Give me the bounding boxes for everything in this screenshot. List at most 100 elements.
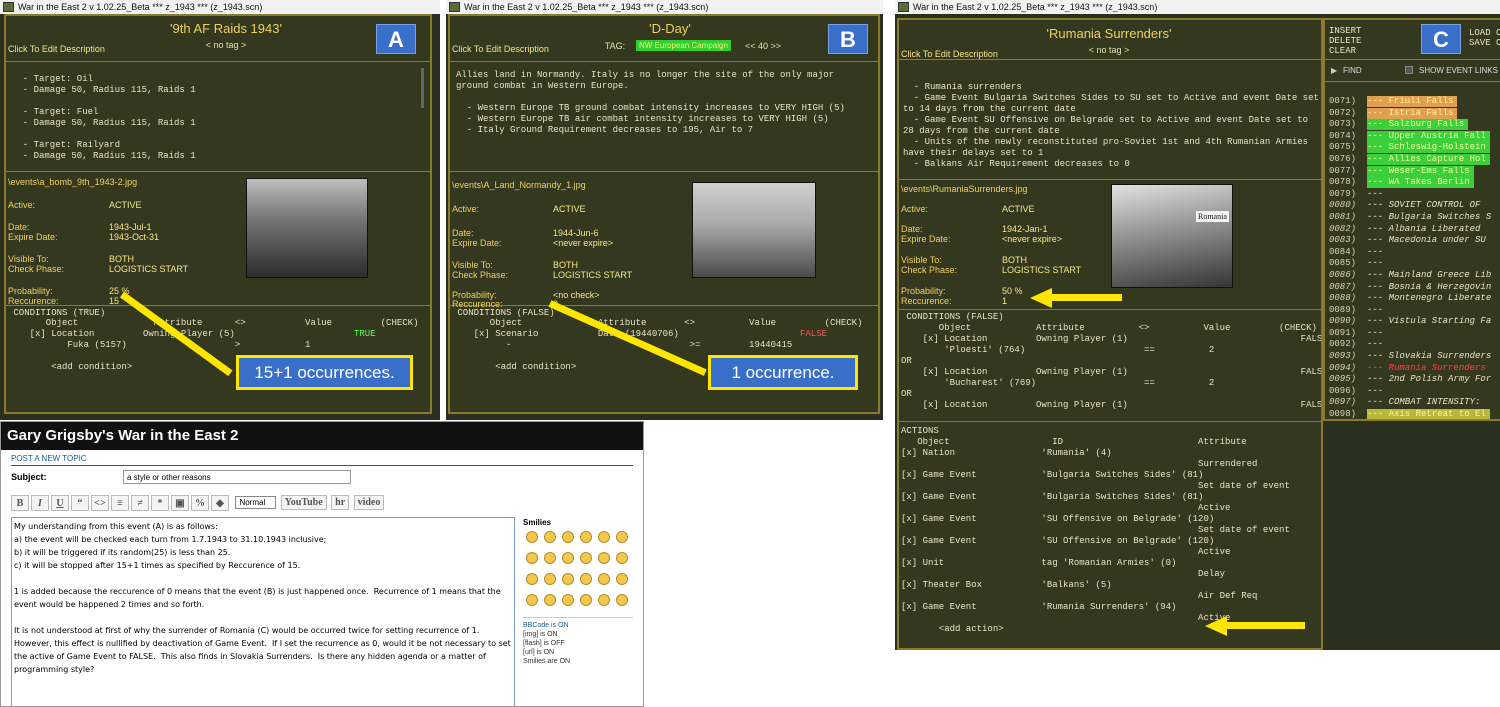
- smiley-icon[interactable]: [562, 573, 574, 585]
- visible-value[interactable]: BOTH: [109, 254, 134, 264]
- image-icon[interactable]: ▣: [171, 494, 189, 511]
- smiley-icon[interactable]: [616, 531, 628, 543]
- event-list-item[interactable]: 0074) --- Upper Austria Fall: [1329, 130, 1500, 143]
- event-list-item[interactable]: 0097) --- COMBAT INTENSITY:: [1329, 397, 1500, 409]
- smiley-icon[interactable]: [580, 594, 592, 606]
- message-textarea[interactable]: [11, 517, 515, 706]
- youtube-button[interactable]: YouTube: [280, 495, 327, 511]
- condition-value-row[interactable]: - >= 19440415: [452, 340, 792, 351]
- event-list-item[interactable]: 0096) ---: [1329, 386, 1500, 398]
- event-list-item[interactable]: 0093) --- Slovakia Surrenders: [1329, 351, 1500, 363]
- save-button[interactable]: SAVE C: [1469, 38, 1500, 49]
- event-tag[interactable]: < no tag >: [176, 40, 276, 50]
- add-condition[interactable]: <add condition>: [8, 362, 132, 373]
- expire-value[interactable]: 1943-Oct-31: [109, 232, 159, 242]
- event-list-item[interactable]: 0082) --- Albania Liberated: [1329, 224, 1500, 236]
- smiley-icon[interactable]: [598, 594, 610, 606]
- expire-value[interactable]: <never expire>: [553, 238, 613, 248]
- event-list-item[interactable]: 0089) ---: [1329, 305, 1500, 317]
- event-list-item[interactable]: 0087) --- Bosnia & Herzegovin: [1329, 282, 1500, 294]
- smiley-icon[interactable]: [526, 531, 538, 543]
- code-icon[interactable]: <>: [91, 494, 109, 511]
- event-list-item[interactable]: 0075) --- Schleswig-Holstein: [1329, 142, 1500, 154]
- event-list-item[interactable]: 0083) --- Macedonia under SU: [1329, 235, 1500, 247]
- phase-value[interactable]: LOGISTICS START: [1002, 265, 1081, 275]
- image-path[interactable]: \events\RumaniaSurrenders.jpg: [901, 184, 1028, 194]
- font-size-select[interactable]: Normal: [235, 496, 277, 510]
- event-list-item[interactable]: 0088) --- Montenegro Liberate: [1329, 293, 1500, 305]
- event-list-item[interactable]: 0077) --- Weser-Ems Falls: [1329, 165, 1500, 178]
- find-button[interactable]: FIND: [1343, 66, 1362, 75]
- date-value[interactable]: 1942-Jan-1: [1002, 224, 1048, 234]
- condition-value-row[interactable]: Fuka (5157) > 1: [8, 340, 310, 351]
- find-icon[interactable]: ▶: [1331, 66, 1337, 75]
- image-path[interactable]: \events\A_Land_Normandy_1.jpg: [452, 180, 586, 190]
- phase-value[interactable]: LOGISTICS START: [553, 270, 632, 280]
- actions-list[interactable]: ACTIONS Object ID Attribute Action Value…: [901, 426, 1321, 635]
- event-list-item[interactable]: 0076) --- Allies Capture Hol: [1329, 153, 1500, 166]
- bold-icon[interactable]: B: [11, 494, 29, 511]
- event-list-item[interactable]: 0080) --- SOVIET CONTROL OF: [1329, 200, 1500, 212]
- recurrence-value[interactable]: 1: [1002, 296, 1007, 306]
- quote-icon[interactable]: “: [71, 494, 89, 511]
- hr-button[interactable]: hr: [331, 495, 350, 511]
- event-list-item[interactable]: 0079) ---: [1329, 189, 1500, 201]
- event-tag[interactable]: < no tag >: [1059, 45, 1159, 55]
- event-list-item[interactable]: 0086) --- Mainland Greece Lib: [1329, 270, 1500, 282]
- scrollbar[interactable]: [421, 68, 424, 108]
- show-links-checkbox[interactable]: [1405, 66, 1413, 74]
- probability-value[interactable]: 50 %: [1002, 286, 1023, 296]
- phase-value[interactable]: LOGISTICS START: [109, 264, 188, 274]
- smiley-icon[interactable]: [526, 594, 538, 606]
- event-list-item[interactable]: 0071) --- Friuli Falls: [1329, 96, 1500, 108]
- clear-button[interactable]: CLEAR: [1329, 46, 1356, 57]
- event-list-item[interactable]: 0085) ---: [1329, 258, 1500, 270]
- event-list-item[interactable]: 0084) ---: [1329, 247, 1500, 259]
- event-list-item[interactable]: 0098) --- Axis Retreat to El: [1329, 409, 1500, 419]
- list-item-icon[interactable]: *: [151, 494, 169, 511]
- event-list-item[interactable]: 0072) --- Istria Falls: [1329, 107, 1500, 120]
- edit-description-link[interactable]: Click To Edit Description: [901, 49, 998, 59]
- date-value[interactable]: 1944-Jun-6: [553, 228, 599, 238]
- event-list-item[interactable]: 0091) ---: [1329, 328, 1500, 340]
- smiley-icon[interactable]: [616, 594, 628, 606]
- tag-value[interactable]: NW European Campaign: [636, 40, 731, 51]
- event-list-item[interactable]: 0073) --- Salzburg Falls: [1329, 119, 1500, 131]
- smiley-icon[interactable]: [598, 552, 610, 564]
- probability-value[interactable]: <no check>: [553, 290, 600, 300]
- smiley-icon[interactable]: [544, 552, 556, 564]
- smiley-icon[interactable]: [544, 594, 556, 606]
- date-value[interactable]: 1943-Jul-1: [109, 222, 152, 232]
- event-list[interactable]: 0071) --- Friuli Falls 0072) --- Istria Fal…: [1329, 96, 1500, 419]
- color-icon[interactable]: ◆: [211, 494, 229, 511]
- expire-value[interactable]: <never expire>: [1002, 234, 1062, 244]
- event-list-item[interactable]: 0090) --- Vistula Starting Fa: [1329, 316, 1500, 328]
- underline-icon[interactable]: U: [51, 494, 69, 511]
- edit-description-link[interactable]: Click To Edit Description: [452, 44, 549, 54]
- smiley-icon[interactable]: [562, 531, 574, 543]
- active-value[interactable]: ACTIVE: [553, 204, 586, 214]
- event-list-item[interactable]: 0081) --- Bulgaria Switches S: [1329, 212, 1500, 224]
- event-list-item[interactable]: 0078) --- WA Takes Berlin: [1329, 177, 1500, 189]
- smiley-icon[interactable]: [580, 573, 592, 585]
- smiley-icon[interactable]: [580, 531, 592, 543]
- smiley-icon[interactable]: [598, 531, 610, 543]
- visible-value[interactable]: BOTH: [1002, 255, 1027, 265]
- numbered-list-icon[interactable]: ≠: [131, 494, 149, 511]
- video-button[interactable]: video: [353, 495, 385, 511]
- smiley-icon[interactable]: [598, 573, 610, 585]
- smiley-icon[interactable]: [562, 594, 574, 606]
- active-value[interactable]: ACTIVE: [109, 200, 142, 210]
- active-value[interactable]: ACTIVE: [1002, 204, 1035, 214]
- smiley-icon[interactable]: [562, 552, 574, 564]
- event-list-item[interactable]: 0092) ---: [1329, 339, 1500, 351]
- smiley-icon[interactable]: [580, 552, 592, 564]
- smiley-icon[interactable]: [616, 552, 628, 564]
- visible-value[interactable]: BOTH: [553, 260, 578, 270]
- recurrence-value[interactable]: 15: [109, 296, 119, 306]
- smiley-icon[interactable]: [526, 552, 538, 564]
- image-path[interactable]: \events\a_bomb_9th_1943-2.jpg: [8, 177, 137, 187]
- conditions-list[interactable]: CONDITIONS (FALSE) Object Attribute <> V…: [901, 312, 1321, 411]
- list-icon[interactable]: ≡: [111, 494, 129, 511]
- subject-input[interactable]: [123, 470, 351, 484]
